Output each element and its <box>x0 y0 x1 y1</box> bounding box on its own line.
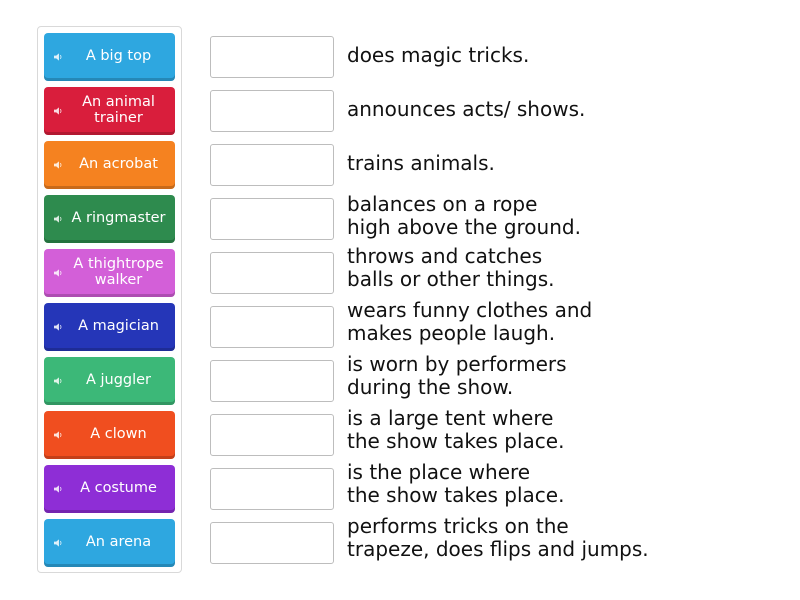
tile-an-arena[interactable]: An arena <box>44 519 175 567</box>
description-line: the show takes place. <box>347 483 565 507</box>
tile-a-juggler[interactable]: A juggler <box>44 357 175 405</box>
drop-slot-9[interactable] <box>210 468 334 510</box>
description-line: the show takes place. <box>347 429 565 453</box>
match-up-activity: A big top An animal trainer An acrobat A… <box>0 0 800 600</box>
description-2: announces acts/ shows. <box>347 98 585 121</box>
tile-label: A juggler <box>85 371 152 388</box>
description-8: is a large tent where the show takes pla… <box>347 407 564 453</box>
tile-label: An animal trainer <box>82 93 155 126</box>
description-line: announces acts/ shows. <box>347 97 586 121</box>
description-7: is worn by performers during the show. <box>347 353 567 399</box>
description-line: high above the ground. <box>347 215 581 239</box>
description-line: during the show. <box>347 375 514 399</box>
description-line: balls or other things. <box>347 267 555 291</box>
drop-slot-4[interactable] <box>210 198 334 240</box>
speaker-icon[interactable] <box>54 485 63 494</box>
description-line: trapeze, does flips and jumps. <box>347 537 649 561</box>
description-line: is the place where <box>347 460 531 484</box>
speaker-icon[interactable] <box>54 53 63 62</box>
description-line: is worn by performers <box>347 352 567 376</box>
drop-slot-3[interactable] <box>210 144 334 186</box>
description-line: does magic tricks. <box>347 43 530 67</box>
tile-an-animal-trainer[interactable]: An animal trainer <box>44 87 175 135</box>
tile-a-costume[interactable]: A costume <box>44 465 175 513</box>
tile-label: An acrobat <box>79 155 158 172</box>
tile-a-magician[interactable]: A magician <box>44 303 175 351</box>
speaker-icon[interactable] <box>54 161 63 170</box>
tile-label: A clown <box>90 425 147 442</box>
tile-label: A costume <box>80 479 157 496</box>
speaker-icon[interactable] <box>54 539 63 548</box>
speaker-icon[interactable] <box>54 377 63 386</box>
speaker-icon[interactable] <box>54 215 63 224</box>
speaker-icon[interactable] <box>54 269 63 278</box>
drop-slot-8[interactable] <box>210 414 334 456</box>
tile-a-thightrope-walker[interactable]: A thightrope walker <box>44 249 175 297</box>
drop-slot-2[interactable] <box>210 90 334 132</box>
description-line: wears funny clothes and <box>347 298 593 322</box>
tile-label: A big top <box>85 47 152 64</box>
description-3: trains animals. <box>347 152 495 175</box>
description-line: throws and catches <box>347 244 543 268</box>
drop-slot-5[interactable] <box>210 252 334 294</box>
tile-label: A thightrope walker <box>73 255 164 288</box>
tile-label: An arena <box>85 533 152 550</box>
description-line: makes people laugh. <box>347 321 556 345</box>
description-line: trains animals. <box>347 151 495 175</box>
description-1: does magic tricks. <box>347 44 529 67</box>
description-10: performs tricks on the trapeze, does fli… <box>347 515 649 561</box>
description-6: wears funny clothes and makes people lau… <box>347 299 592 345</box>
speaker-icon[interactable] <box>54 323 63 332</box>
description-5: throws and catches balls or other things… <box>347 245 555 291</box>
drop-slot-7[interactable] <box>210 360 334 402</box>
tile-a-clown[interactable]: A clown <box>44 411 175 459</box>
tile-a-ringmaster[interactable]: A ringmaster <box>44 195 175 243</box>
description-line: performs tricks on the <box>347 514 569 538</box>
drop-slot-10[interactable] <box>210 522 334 564</box>
answer-tiles-panel: A big top An animal trainer An acrobat A… <box>37 26 182 573</box>
drop-slot-6[interactable] <box>210 306 334 348</box>
speaker-icon[interactable] <box>54 107 63 116</box>
tile-label: A magician <box>78 317 159 334</box>
tile-an-acrobat[interactable]: An acrobat <box>44 141 175 189</box>
description-line: is a large tent where <box>347 406 554 430</box>
description-4: balances on a rope high above the ground… <box>347 193 581 239</box>
description-9: is the place where the show takes place. <box>347 461 564 507</box>
description-line: balances on a rope <box>347 192 538 216</box>
drop-slot-1[interactable] <box>210 36 334 78</box>
speaker-icon[interactable] <box>54 431 63 440</box>
tile-label: A ringmaster <box>71 209 166 226</box>
tile-a-big-top[interactable]: A big top <box>44 33 175 81</box>
